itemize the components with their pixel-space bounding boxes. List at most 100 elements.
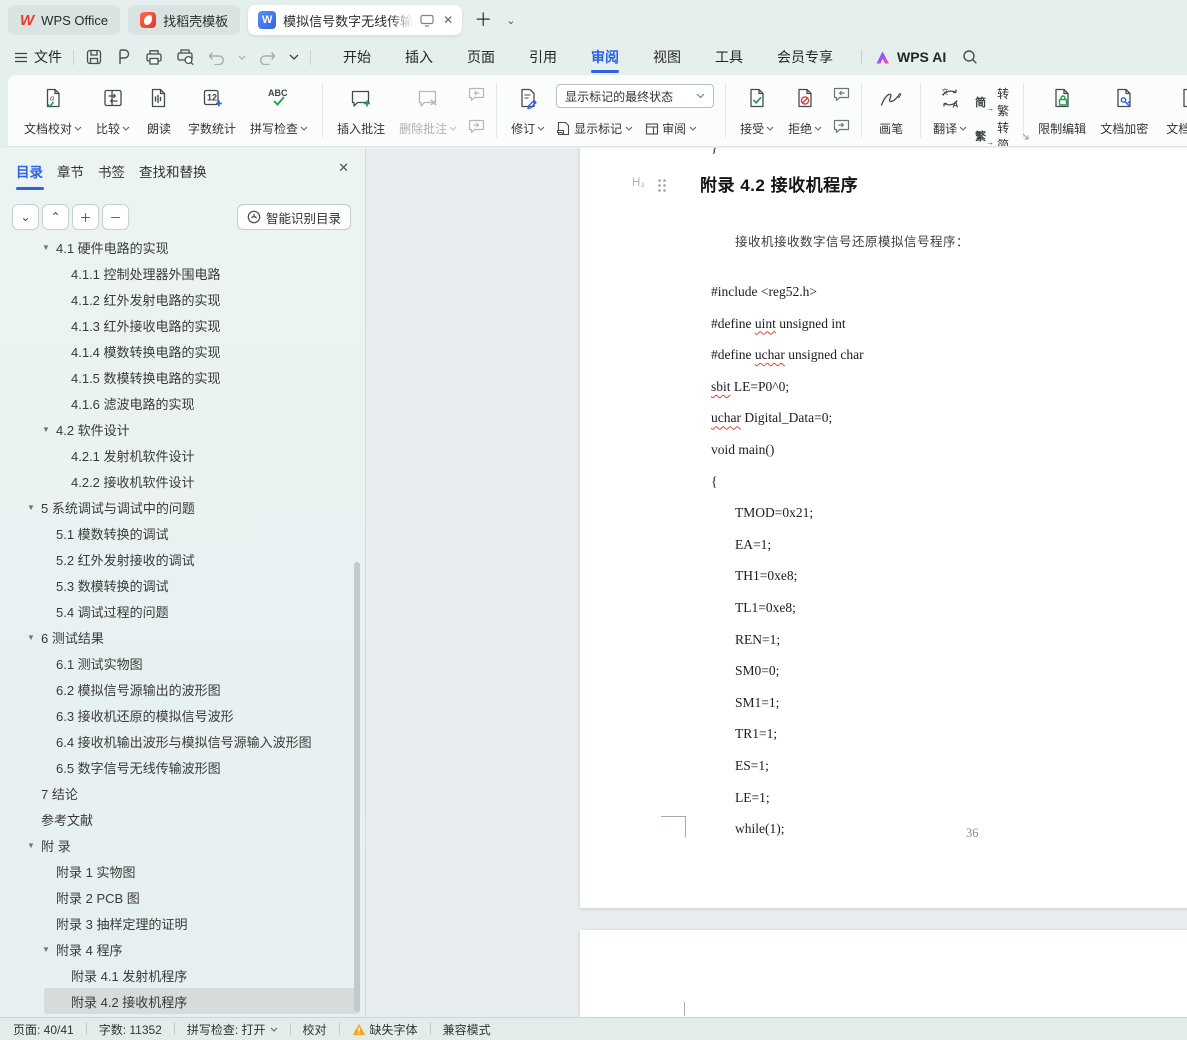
spellcheck-status[interactable]: 拼写检查: 打开	[187, 1021, 278, 1038]
toc-item[interactable]: 4.1.5 数模转换电路的实现	[0, 364, 365, 390]
sidebar-tab-find-replace[interactable]: 查找和替换	[139, 161, 207, 183]
pen-button[interactable]: 画笔	[869, 78, 913, 143]
menu-tab-tools[interactable]: 工具	[698, 40, 760, 74]
show-markup-button[interactable]: 显示标记	[556, 120, 633, 137]
quick-access-chevron-icon[interactable]	[289, 54, 299, 60]
search-icon[interactable]	[962, 49, 978, 65]
print-icon[interactable]	[145, 49, 163, 66]
to-simplified-button[interactable]: 繁 → 转简	[975, 119, 1013, 146]
doc-proofread-button[interactable]: a 文档校对	[17, 78, 89, 143]
wps-ai-button[interactable]: WPS AI	[875, 49, 946, 65]
tab-current-document[interactable]: W 模拟信号数字无线传输演示系统 ✕	[248, 5, 463, 35]
sidebar-tab-contents[interactable]: 目录	[16, 161, 44, 190]
toc-item[interactable]: 6.1 测试实物图	[0, 650, 365, 676]
toc-item[interactable]: 6.3 接收机还原的模拟信号波形	[0, 702, 365, 728]
track-changes-button[interactable]: 修订	[504, 78, 552, 143]
menu-tab-page[interactable]: 页面	[450, 40, 512, 74]
toc-item[interactable]: ▼ 4.1 硬件电路的实现	[0, 240, 365, 260]
sidebar-tab-chapters[interactable]: 章节	[57, 161, 84, 183]
close-tab-icon[interactable]: ✕	[443, 13, 453, 27]
proofread-status[interactable]: 校对	[303, 1021, 327, 1038]
accept-change-button[interactable]: 接受	[733, 78, 781, 143]
expand-arrow-icon[interactable]: ▼	[27, 503, 41, 512]
toc-item[interactable]: 5.2 红外发射接收的调试	[0, 546, 365, 572]
toc-item[interactable]: 附录 4.1 发射机程序	[0, 962, 365, 988]
insert-comment-button[interactable]: 插入批注	[330, 78, 392, 143]
tab-docer-templates[interactable]: 找稻壳模板	[128, 5, 241, 35]
toc-item[interactable]: 4.1.4 模数转换电路的实现	[0, 338, 365, 364]
toc-item[interactable]: 7 结论	[0, 780, 365, 806]
print-preview-icon[interactable]	[176, 48, 195, 66]
toc-item[interactable]: 附录 1 实物图	[0, 858, 365, 884]
sidebar-tab-bookmarks[interactable]: 书签	[98, 161, 125, 183]
sidebar-scrollbar[interactable]	[354, 562, 360, 1012]
toc-item[interactable]: 附录 2 PCB 图	[0, 884, 365, 910]
menu-tab-home[interactable]: 开始	[326, 40, 388, 74]
menu-tab-membership[interactable]: 会员专享	[760, 40, 850, 74]
close-sidebar-icon[interactable]: ✕	[338, 160, 349, 176]
expand-arrow-icon[interactable]: ▼	[42, 425, 56, 434]
new-tab-button[interactable]: ＋	[470, 11, 496, 29]
toc-item[interactable]: 6.4 接收机输出波形与模拟信号源输入波形图	[0, 728, 365, 754]
toc-item[interactable]: 参考文献	[0, 806, 365, 832]
read-aloud-button[interactable]: 朗读	[137, 78, 181, 143]
review-pane-button[interactable]: 审阅	[645, 120, 697, 137]
presentation-mode-icon[interactable]	[420, 14, 434, 27]
compare-button[interactable]: 比较	[89, 78, 137, 143]
word-count-indicator[interactable]: 字数: 11352	[99, 1021, 162, 1038]
expand-arrow-icon[interactable]: ▼	[27, 841, 41, 850]
toc-item[interactable]: 4.1.1 控制处理器外围电路	[0, 260, 365, 286]
toc-scroll-area[interactable]: ▼ 4.1 硬件电路的实现 4.1.1 控制处理器外围电路 4.1.2 红外发射电路的…	[0, 240, 365, 1017]
save-icon[interactable]	[85, 48, 103, 66]
toc-item[interactable]: 5.3 数模转换的调试	[0, 572, 365, 598]
missing-font-warning[interactable]: 缺失字体	[352, 1021, 418, 1038]
toc-item[interactable]: 4.2.2 接收机软件设计	[0, 468, 365, 494]
page-indicator[interactable]: 页面: 40/41	[13, 1021, 74, 1038]
expand-all-button[interactable]: ⌄	[12, 204, 39, 230]
toc-item[interactable]: ▼ 6 测试结果	[0, 624, 365, 650]
document-permission-button[interactable]: 文档权限	[1155, 78, 1187, 143]
toc-item[interactable]: ▼ 附 录	[0, 832, 365, 858]
toc-item[interactable]: ▼ 4.2 软件设计	[0, 416, 365, 442]
toc-item[interactable]: 5.1 模数转换的调试	[0, 520, 365, 546]
drag-handle-icon[interactable]	[657, 178, 667, 193]
toc-item[interactable]: 5.4 调试过程的问题	[0, 598, 365, 624]
word-count-button[interactable]: 12 字数统计	[181, 78, 243, 143]
expand-arrow-icon[interactable]: ▼	[27, 633, 41, 642]
zoom-in-level-button[interactable]: ＋	[72, 204, 99, 230]
file-menu[interactable]: 文件	[14, 47, 62, 67]
toc-item[interactable]: 附录 4.2 接收机程序	[0, 988, 365, 1014]
collapse-group-arrow-icon[interactable]	[1022, 133, 1030, 141]
expand-arrow-icon[interactable]: ▼	[42, 243, 56, 252]
menu-tab-reference[interactable]: 引用	[512, 40, 574, 74]
toc-item[interactable]: 6.5 数字信号无线传输波形图	[0, 754, 365, 780]
expand-arrow-icon[interactable]: ▼	[42, 945, 56, 954]
previous-change-icon[interactable]	[832, 86, 851, 103]
next-change-icon[interactable]	[832, 118, 851, 135]
collapse-all-button[interactable]: ⌃	[42, 204, 69, 230]
restrict-editing-button[interactable]: 限制编辑	[1031, 78, 1093, 143]
tab-list-chevron-icon[interactable]: ⌄	[504, 14, 517, 27]
toc-item[interactable]: 附录 3 抽样定理的证明	[0, 910, 365, 936]
toc-item[interactable]: 6.2 模拟信号源输出的波形图	[0, 676, 365, 702]
toc-item[interactable]: 4.2.1 发射机软件设计	[0, 442, 365, 468]
export-pdf-icon[interactable]	[116, 48, 132, 66]
reject-change-button[interactable]: 拒绝	[781, 78, 829, 143]
menu-tab-review[interactable]: 审阅	[574, 40, 636, 74]
to-traditional-button[interactable]: 简 → 转繁	[975, 85, 1013, 119]
toc-item[interactable]: 4.1.3 红外接收电路的实现	[0, 312, 365, 338]
encrypt-document-button[interactable]: 文档加密	[1093, 78, 1155, 143]
menu-tab-insert[interactable]: 插入	[388, 40, 450, 74]
toc-item[interactable]: ▼ 附录 4 程序	[0, 936, 365, 962]
tab-wps-office-home[interactable]: W WPS Office	[8, 5, 121, 35]
zoom-out-level-button[interactable]: －	[102, 204, 129, 230]
menu-tab-view[interactable]: 视图	[636, 40, 698, 74]
document-canvas[interactable]: } H₃ 附录 4.2 接收机程序 接收机接收数字信号还原模拟信号程序： #in…	[366, 148, 1187, 1017]
markup-state-dropdown[interactable]: 显示标记的最终状态	[556, 84, 715, 108]
translate-button[interactable]: 文A 翻译	[928, 78, 972, 143]
spell-check-button[interactable]: ABC 拼写检查	[243, 78, 315, 143]
smart-toc-button[interactable]: 智能识别目录	[236, 204, 351, 230]
toc-item[interactable]: 4.1.2 红外发射电路的实现	[0, 286, 365, 312]
toc-item[interactable]: ▼ 5 系统调试与调试中的问题	[0, 494, 365, 520]
toc-item[interactable]: 4.1.6 滤波电路的实现	[0, 390, 365, 416]
